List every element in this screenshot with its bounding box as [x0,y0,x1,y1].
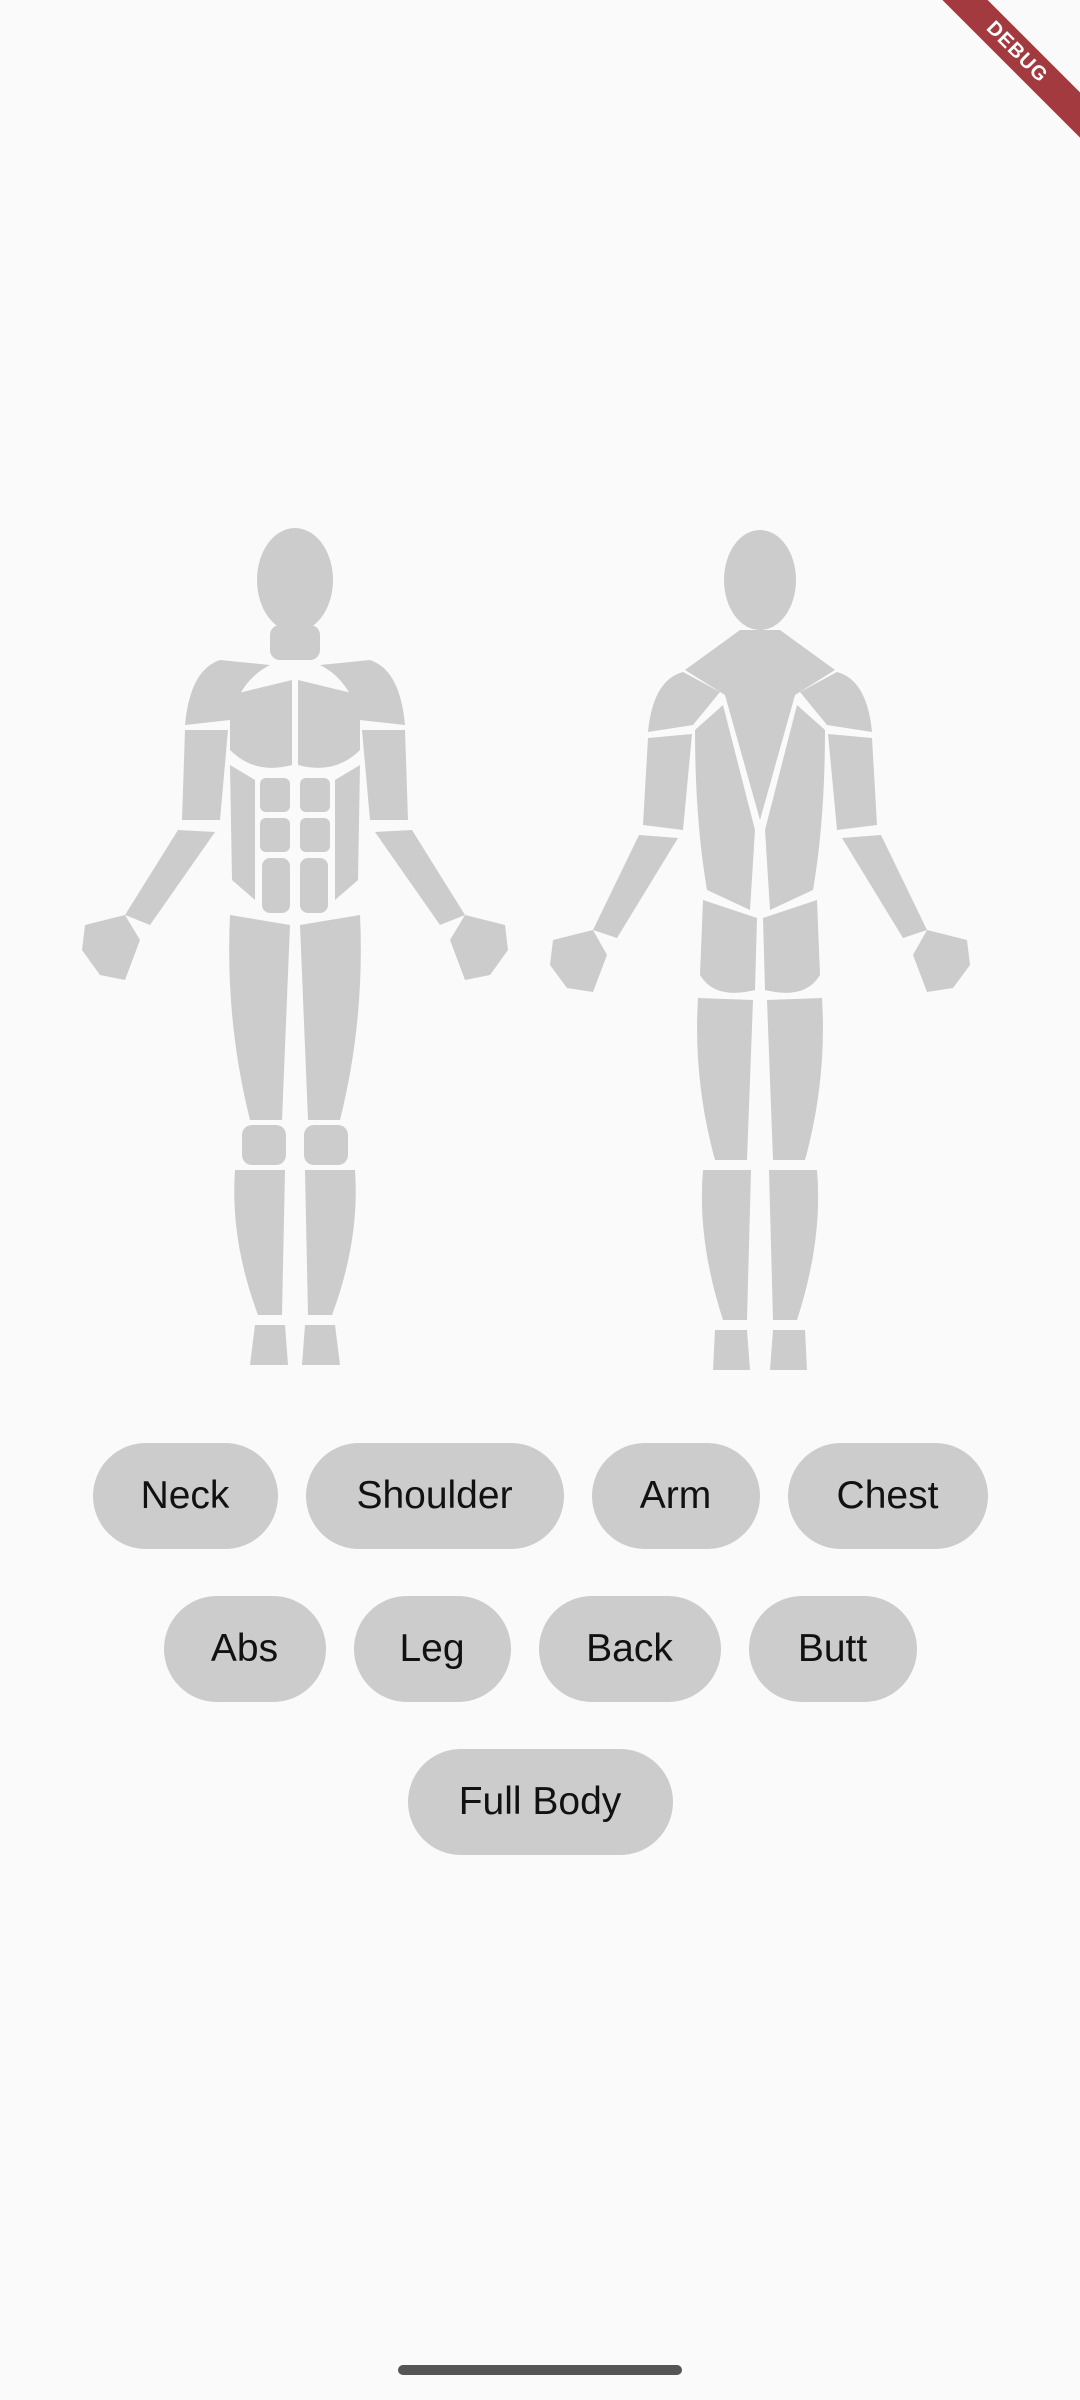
right-butt-muscle[interactable] [763,900,820,993]
right-heel-shape [770,1330,807,1370]
left-rear-forearm-muscle [593,835,678,938]
right-rear-forearm-muscle [842,835,927,938]
abs-muscle-segment [300,818,330,852]
chest-chip[interactable]: Chest [787,1443,988,1549]
abs-muscle-segment [262,858,290,913]
left-butt-muscle[interactable] [700,900,757,993]
butt-chip[interactable]: Butt [748,1596,917,1702]
front-body-figure[interactable] [70,520,520,1380]
left-hand-shape [550,930,607,992]
arm-chip[interactable]: Arm [591,1443,760,1549]
neck-muscle[interactable] [270,625,320,660]
home-gesture-bar[interactable] [398,2365,682,2375]
right-forearm-muscle [375,830,465,925]
abs-muscle[interactable] [260,778,290,812]
right-leg-muscle[interactable] [300,915,361,1120]
back-muscle-body-icon [550,530,970,1370]
head-shape [257,528,333,632]
right-oblique-muscle [335,765,360,900]
right-rear-calf-muscle [769,1170,819,1320]
leg-chip[interactable]: Leg [353,1596,511,1702]
abs-muscle-segment [300,858,328,913]
right-arm-muscle[interactable] [362,730,408,820]
left-calf-muscle [234,1170,285,1315]
left-rear-calf-muscle [701,1170,751,1320]
abs-chip[interactable]: Abs [163,1596,326,1702]
right-hamstring-muscle[interactable] [767,998,823,1160]
status-bar [0,0,1080,30]
right-chest-muscle[interactable] [298,680,360,768]
right-hand-shape [450,915,508,980]
right-hand-shape [913,930,970,992]
right-knee-shape [304,1125,348,1165]
left-knee-shape [242,1125,286,1165]
right-rear-arm-muscle[interactable] [828,734,877,830]
body-part-row-1: Neck Shoulder Arm Chest [0,1443,1080,1549]
right-calf-muscle [305,1170,356,1315]
neck-chip[interactable]: Neck [92,1443,278,1549]
left-chest-muscle[interactable] [230,680,292,768]
body-part-row-3: Full Body [0,1749,1080,1855]
debug-banner-label: DEBUG [924,0,1080,145]
body-part-row-2: Abs Leg Back Butt [0,1596,1080,1702]
head-shape [724,530,796,630]
shoulder-chip[interactable]: Shoulder [305,1443,564,1549]
back-body-figure[interactable] [535,520,985,1380]
left-hand-shape [82,915,140,980]
right-foot-shape [302,1325,340,1365]
left-foot-shape [250,1325,288,1365]
left-oblique-muscle [230,765,255,900]
left-heel-shape [713,1330,750,1370]
abs-muscle-segment [260,818,290,852]
debug-banner: DEBUG [920,0,1080,160]
left-forearm-muscle [125,830,215,925]
left-arm-muscle[interactable] [182,730,228,820]
front-muscle-body-icon [82,528,508,1365]
left-hamstring-muscle[interactable] [697,998,753,1160]
back-chip[interactable]: Back [538,1596,721,1702]
left-rear-arm-muscle[interactable] [643,734,692,830]
left-leg-muscle[interactable] [229,915,290,1120]
abs-muscle-segment [300,778,330,812]
full-body-chip[interactable]: Full Body [407,1749,673,1855]
